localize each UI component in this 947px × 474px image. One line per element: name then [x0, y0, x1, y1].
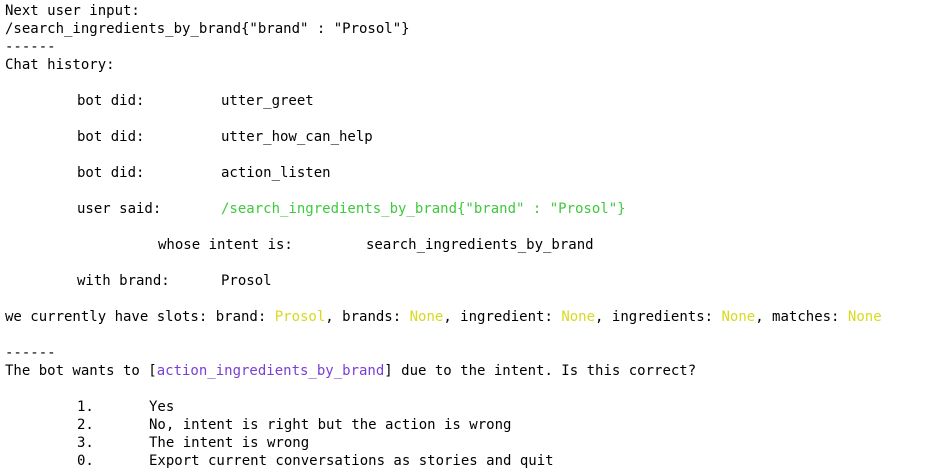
- option-yes[interactable]: Yes: [149, 398, 174, 416]
- brand-label: with brand:: [77, 273, 170, 289]
- question-suffix: ] due to the intent. Is this correct?: [384, 363, 697, 379]
- option-key[interactable]: 0.: [77, 452, 94, 470]
- chat-history-label: Chat history:: [5, 57, 115, 73]
- slot-ingredient-value: None: [561, 309, 596, 325]
- slot-matches-label: , matches:: [755, 309, 848, 325]
- intent-value: search_ingredients_by_brand: [366, 237, 594, 253]
- history-bot-action: utter_how_can_help: [221, 129, 373, 145]
- history-bot-action: utter_greet: [221, 93, 314, 109]
- slot-ingredients-label: , ingredients:: [595, 309, 722, 325]
- separator: ------: [5, 345, 56, 361]
- option-export-quit[interactable]: Export current conversations as stories …: [149, 452, 554, 470]
- history-user-label: user said:: [77, 201, 162, 217]
- question-prefix: The bot wants to [: [5, 363, 157, 379]
- history-bot-action: action_listen: [221, 165, 331, 181]
- slot-ingredients-value: None: [721, 309, 756, 325]
- intent-label: whose intent is:: [158, 237, 293, 253]
- slots-line: we currently have slots: brand: Prosol, …: [5, 308, 882, 326]
- option-key[interactable]: 1.: [77, 398, 94, 416]
- history-user-message: /search_ingredients_by_brand{"brand" : "…: [221, 201, 626, 217]
- action-name: action_ingredients_by_brand: [156, 363, 385, 379]
- terminal-window: Next user input: /search_ingredients_by_…: [0, 0, 947, 474]
- next-input-value: /search_ingredients_by_brand{"brand" : "…: [5, 21, 410, 37]
- slot-brands-value: None: [409, 309, 444, 325]
- history-bot-label: bot did:: [77, 165, 145, 181]
- slot-brands-label: , brands:: [325, 309, 410, 325]
- history-bot-label: bot did:: [77, 129, 145, 145]
- prompt-question: The bot wants to [action_ingredients_by_…: [5, 362, 696, 380]
- history-bot-label: bot did:: [77, 93, 145, 109]
- slot-ingredient-label: , ingredient:: [443, 309, 562, 325]
- brand-value: Prosol: [221, 273, 272, 289]
- next-input-label: Next user input:: [5, 3, 140, 19]
- slot-brand-value: Prosol: [274, 309, 326, 325]
- option-key[interactable]: 3.: [77, 434, 94, 452]
- option-intent-wrong[interactable]: The intent is wrong: [149, 434, 309, 452]
- separator: ------: [5, 39, 56, 55]
- option-key[interactable]: 2.: [77, 416, 94, 434]
- slot-matches-value: None: [847, 309, 882, 325]
- slots-prefix: we currently have slots: brand:: [5, 309, 275, 325]
- option-action-wrong[interactable]: No, intent is right but the action is wr…: [149, 416, 511, 434]
